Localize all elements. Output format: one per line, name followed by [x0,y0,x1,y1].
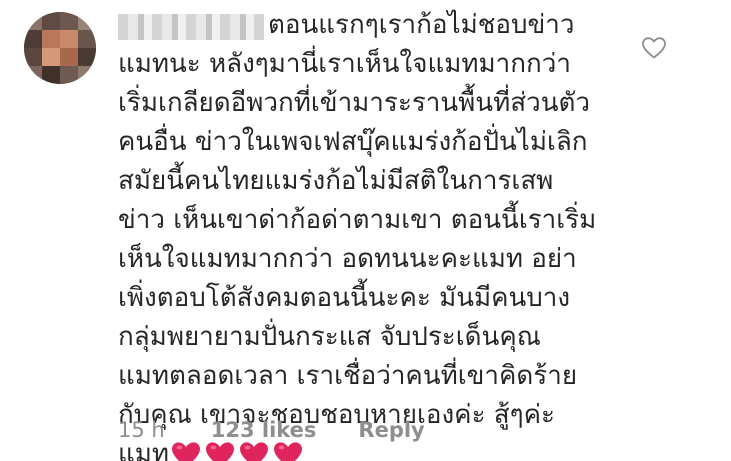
red-heart-icon [274,441,303,461]
comment-line: เริ่มเกลียดอีพวกที่เข้ามาระรานพื้นที่ส่ว… [118,88,590,118]
red-heart-icon [206,441,235,461]
comment-line: แมทนะ หลังๆมานี่เราเห็นใจแมทมากกว่า [118,49,571,79]
likes-count-link[interactable]: 123 likes [211,418,317,442]
reply-button[interactable]: Reply [358,418,424,442]
comment-line: ตอนแรกๆเราก้อไม่ชอบข่าว [268,10,575,40]
comment: ตอนแรกๆเราก้อไม่ชอบข่าว แมทนะ หลังๆมานี่… [0,0,731,461]
comment-line: สมัยนี้คนไทยแมร่งก้อไม่มีสติในการเสพ [118,166,554,196]
avatar[interactable] [24,12,96,84]
red-heart-icon [240,441,269,461]
comment-line: แมท [118,439,170,461]
timestamp: 15 h [118,418,165,442]
comment-line: ข่าว เห็นเขาด่าก้อด่าตามเขา ตอนนี้เราเริ… [118,205,597,235]
comment-line: เห็นใจแมทมากกว่า อดทนนะคะแมท อย่า [118,244,577,274]
comment-line: เพิ่งตอบโต้สังคมตอนนี้นะคะ มันมีคนบาง [118,283,571,313]
comment-line: กลุ่มพยายามปั่นกระแส จับประเด็นคุณ [118,322,541,352]
comment-line: แมทตลอดเวลา เราเชื่อว่าคนที่เขาคิดร้าย [118,361,578,391]
heart-emoji-group [171,441,303,461]
red-heart-icon [172,441,201,461]
comment-line: คนอื่น ข่าวในเพจเฟสบุ๊คแมร่งก้อปั่นไม่เล… [118,127,588,157]
comment-text: ตอนแรกๆเราก้อไม่ชอบข่าว แมทนะ หลังๆมานี่… [118,6,618,461]
heart-outline-icon[interactable] [641,36,667,60]
comment-meta: 15 h 123 likes Reply [118,418,425,442]
username-spacer [118,23,268,33]
